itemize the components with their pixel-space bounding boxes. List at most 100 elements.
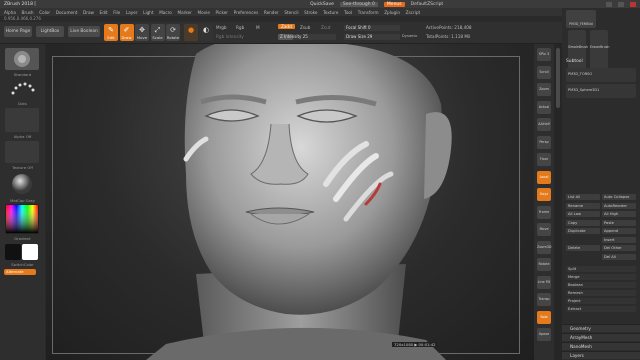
main-color-swatch[interactable] bbox=[22, 244, 38, 260]
dock-frame-button[interactable]: Frame bbox=[537, 205, 551, 219]
subtool-rename-button[interactable]: Rename bbox=[566, 202, 600, 209]
brush-slot-1[interactable]: PM3D_FEMB4d bbox=[566, 10, 596, 28]
home-page-button[interactable]: Home Page bbox=[4, 26, 32, 37]
tool-rotate[interactable]: ⟳ Rotate bbox=[166, 24, 180, 41]
close-icon[interactable] bbox=[630, 1, 636, 7]
menu-color[interactable]: Color bbox=[39, 10, 50, 15]
tray-scrollbar[interactable] bbox=[554, 44, 562, 360]
subtool-delete-button[interactable]: Delete bbox=[566, 245, 600, 251]
dock-floor-button[interactable]: Floor bbox=[537, 153, 551, 166]
menu-brush[interactable]: Brush bbox=[22, 10, 34, 15]
subtool-remesh-section[interactable]: Remesh bbox=[566, 290, 636, 296]
dock-xpose-button[interactable]: Xpose bbox=[537, 328, 551, 341]
menu-stroke[interactable]: Stroke bbox=[304, 10, 317, 15]
brush-thumbnail[interactable] bbox=[5, 48, 39, 70]
dock-zoom-button[interactable]: Zoom bbox=[537, 83, 551, 96]
dock-rotate-button[interactable]: Rotate bbox=[537, 258, 551, 271]
gradient-label[interactable]: Gradient bbox=[0, 236, 45, 241]
menu-render[interactable]: Render bbox=[264, 10, 279, 15]
menu-picker[interactable]: Picker bbox=[216, 10, 228, 15]
subtool-header[interactable]: Subtool bbox=[566, 59, 583, 64]
menu-zscript[interactable]: Zscript bbox=[406, 10, 421, 15]
menu-marker[interactable]: Marker bbox=[177, 10, 191, 15]
subtool-extract-section[interactable]: Extract bbox=[566, 306, 636, 312]
draw-size-slider[interactable]: Draw Size 29 bbox=[344, 34, 400, 40]
m-toggle[interactable]: M bbox=[256, 25, 260, 30]
focal-shift-slider[interactable]: Focal Shift 0 bbox=[344, 25, 400, 31]
material-thumbnail[interactable] bbox=[5, 172, 39, 196]
dock-gxyz-button[interactable]: Gxyz bbox=[537, 188, 551, 201]
tool-edit[interactable]: ✎ Edit bbox=[104, 24, 118, 41]
secondary-color-swatch[interactable] bbox=[5, 244, 21, 260]
dock-transp-button[interactable]: Transp bbox=[537, 293, 551, 306]
dock-spix-3-button[interactable]: SPix 3 bbox=[537, 48, 551, 61]
zadd-toggle[interactable]: Zadd bbox=[278, 24, 295, 29]
arraymesh-section[interactable]: ArrayMesh bbox=[562, 333, 640, 341]
mrgb-toggle[interactable]: Mrgb bbox=[216, 25, 227, 30]
brush-slot-5[interactable] bbox=[590, 48, 608, 70]
subtool-auto-collapse-button[interactable]: Auto Collapse bbox=[602, 194, 636, 200]
menu-layer[interactable]: Layer bbox=[126, 10, 138, 15]
dock-actual-button[interactable]: Actual bbox=[537, 100, 551, 114]
subtool-duplicate-button[interactable]: Duplicate bbox=[566, 228, 600, 234]
menu-transform[interactable]: Transform bbox=[358, 10, 379, 15]
texture-thumbnail[interactable] bbox=[5, 141, 39, 163]
dock-move-button[interactable]: Move bbox=[537, 223, 551, 236]
nanomesh-section[interactable]: NanoMesh bbox=[562, 342, 640, 350]
subtool-all-low-button[interactable]: All Low bbox=[566, 211, 600, 217]
material-sphere-icon[interactable]: ● bbox=[184, 24, 198, 41]
dock-aahalf-button[interactable]: AAHalf bbox=[537, 118, 551, 131]
menu-zplugin[interactable]: Zplugin bbox=[384, 10, 400, 15]
subtool-item-2[interactable]: PM3D_Sphere3D1 bbox=[566, 84, 636, 98]
dock-zoom3d-button[interactable]: Zoom3D bbox=[537, 240, 552, 254]
maximize-icon[interactable] bbox=[618, 1, 624, 7]
menu-file[interactable]: File bbox=[113, 10, 120, 15]
subtool-append-button[interactable]: Append bbox=[602, 228, 636, 234]
subtool-split-section[interactable]: Split bbox=[566, 266, 636, 272]
z-intensity-slider[interactable]: Z Intensity 25 bbox=[278, 34, 336, 40]
subtool-insert-button[interactable]: Insert bbox=[602, 236, 636, 243]
dock-persp-button[interactable]: Persp bbox=[537, 135, 551, 149]
subtool-copy-button[interactable]: Copy bbox=[566, 219, 600, 226]
menu-edit[interactable]: Edit bbox=[100, 10, 108, 15]
quicksave-button[interactable]: QuickSave bbox=[310, 2, 334, 7]
menu-preferences[interactable]: Preferences bbox=[234, 10, 259, 15]
dynamic-toggle[interactable]: Dynamic bbox=[402, 34, 417, 38]
menu-macro[interactable]: Macro bbox=[159, 10, 172, 15]
menu-texture[interactable]: Texture bbox=[323, 10, 338, 15]
menus-toggle[interactable]: Menus bbox=[383, 1, 405, 7]
color-picker[interactable] bbox=[5, 204, 39, 234]
subtool-autoreorder-button[interactable]: AutoReorder bbox=[602, 202, 636, 209]
subtool-boolean-section[interactable]: Boolean bbox=[566, 282, 636, 288]
subtool-project-section[interactable]: Project bbox=[566, 298, 636, 304]
scrollbar-thumb[interactable] bbox=[556, 48, 560, 108]
dock-local-button[interactable]: Local bbox=[537, 170, 551, 184]
subtool-item-1[interactable]: PM3D_TORSO bbox=[566, 68, 636, 82]
menu-movie[interactable]: Movie bbox=[198, 10, 210, 15]
alternate-button[interactable]: Alternate bbox=[4, 269, 36, 275]
subtool-all-high-button[interactable]: All High bbox=[602, 211, 636, 217]
switch-color-button[interactable]: SwitchColor bbox=[0, 262, 45, 267]
zcut-toggle[interactable]: Zcut bbox=[321, 25, 330, 30]
symmetry-icon[interactable]: ◐ bbox=[199, 24, 213, 41]
sculpted-head-model[interactable] bbox=[46, 44, 534, 360]
layers-section[interactable]: Layers bbox=[562, 351, 640, 359]
rgb-intensity-slider[interactable]: Rgb Intensity bbox=[216, 34, 244, 39]
geometry-section[interactable]: Geometry bbox=[562, 324, 640, 332]
zsub-toggle[interactable]: Zsub bbox=[300, 25, 310, 30]
default-zscript-button[interactable]: DefaultZScript bbox=[411, 2, 444, 7]
tool-scale[interactable]: ⤢ Scale bbox=[150, 24, 165, 41]
menu-light[interactable]: Light bbox=[143, 10, 153, 15]
menu-draw[interactable]: Draw bbox=[83, 10, 94, 15]
tool-move[interactable]: ✥ Move bbox=[135, 24, 149, 41]
dock-scroll-button[interactable]: Scroll bbox=[537, 65, 551, 79]
rgb-toggle[interactable]: Rgb bbox=[236, 25, 244, 30]
dock-line-fill-button[interactable]: Line Fill bbox=[537, 275, 551, 289]
alpha-thumbnail[interactable] bbox=[5, 108, 39, 132]
menu-tool[interactable]: Tool bbox=[344, 10, 352, 15]
lightbox-button[interactable]: LightBox bbox=[36, 26, 64, 37]
see-through-slider[interactable]: See-through 0 bbox=[339, 1, 378, 7]
stroke-thumbnail[interactable] bbox=[5, 79, 39, 99]
menu-alpha[interactable]: Alpha bbox=[4, 10, 16, 15]
menu-document[interactable]: Document bbox=[56, 10, 78, 15]
